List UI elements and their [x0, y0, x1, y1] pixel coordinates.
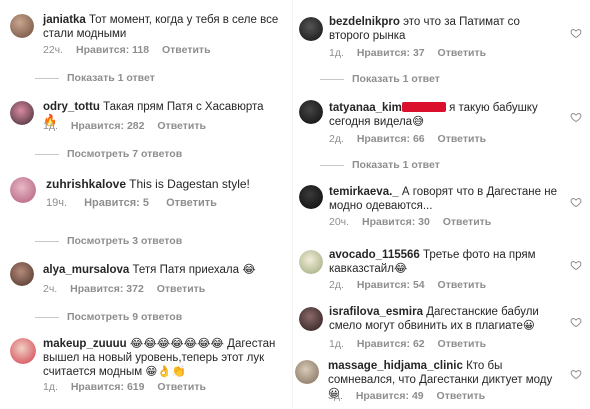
heart-outline-icon[interactable] [570, 27, 582, 39]
avatar[interactable] [299, 185, 323, 209]
comment-time: 2д. [329, 279, 344, 291]
comment-meta: 1д. Нравится: 37 Ответить [329, 47, 496, 59]
username[interactable]: israfilova_esmira [329, 306, 423, 318]
reply-button[interactable]: Ответить [438, 133, 487, 145]
likes-count[interactable]: Нравится: 54 [357, 279, 425, 291]
username[interactable]: massage_hidjama_clinic [328, 360, 463, 372]
reply-button[interactable]: Ответить [157, 283, 206, 295]
likes-count[interactable]: Нравится: 619 [71, 381, 145, 393]
right-comment-column: bezdelnikpro это что за Патимат со второ… [293, 0, 590, 409]
left-comment-column: janiatka Тот момент, когда у тебя в селе… [0, 0, 292, 409]
likes-count[interactable]: Нравится: 66 [357, 133, 425, 145]
heart-outline-icon[interactable] [570, 111, 582, 123]
likes-count[interactable]: Нравится: 282 [71, 120, 145, 132]
comment-meta: 2д. Нравится: 66 Ответить [329, 133, 496, 145]
likes-count[interactable]: Нравится: 30 [362, 216, 430, 228]
replies-label: Посмотреть 3 ответов [67, 235, 183, 247]
comment-meta: 22ч. Нравится: 118 Ответить [43, 44, 221, 56]
reply-button[interactable]: Ответить [162, 44, 211, 56]
username[interactable]: tatyanaa_kim [329, 102, 402, 114]
replies-line [320, 78, 344, 80]
avatar[interactable] [10, 101, 34, 125]
comment-meta: 1д. Нравится: 619 Ответить [43, 381, 216, 393]
avatar[interactable] [10, 338, 36, 364]
comment-text: This is Dagestan style! [129, 177, 250, 191]
avatar[interactable] [299, 100, 323, 124]
avatar[interactable] [10, 177, 36, 203]
comment-meta: 1д. Нравится: 62 Ответить [329, 338, 496, 350]
reply-button[interactable]: Ответить [437, 390, 486, 402]
reply-button[interactable]: Ответить [443, 216, 492, 228]
likes-count[interactable]: Нравится: 62 [357, 338, 425, 350]
username[interactable]: odry_tottu [43, 101, 100, 113]
replies-label: Посмотреть 7 ответов [67, 148, 183, 160]
likes-count[interactable]: Нравится: 5 [84, 197, 149, 209]
reply-button[interactable]: Ответить [438, 338, 487, 350]
replies-label: Показать 1 ответ [352, 159, 440, 171]
view-replies-button[interactable]: Посмотреть 7 ответов [35, 148, 182, 160]
comment-meta: 2ч. Нравится: 372 Ответить [43, 283, 215, 295]
comment-time: 1д. [329, 47, 344, 59]
reply-button[interactable]: Ответить [166, 197, 217, 209]
username[interactable]: zuhrishkalove [46, 177, 126, 191]
avatar[interactable] [299, 250, 323, 274]
redaction-mark [401, 102, 446, 112]
replies-line [35, 153, 59, 155]
comment-meta: 20ч. Нравится: 30 Ответить [329, 216, 501, 228]
comment-time: 1д. [43, 120, 58, 132]
username[interactable]: bezdelnikpro [329, 16, 400, 28]
username[interactable]: temirkaeva._ [329, 186, 399, 198]
comment-time: 1д. [329, 338, 344, 350]
view-replies-button[interactable]: Показать 1 ответ [320, 159, 440, 171]
avatar[interactable] [299, 307, 323, 331]
replies-line [35, 240, 59, 242]
comments-screenshot: janiatka Тот момент, когда у тебя в селе… [0, 0, 590, 409]
avatar[interactable] [295, 360, 319, 384]
username[interactable]: alya_mursalova [43, 264, 129, 276]
likes-count[interactable]: Нравится: 372 [70, 283, 144, 295]
comment-time: 2ч. [43, 283, 58, 295]
likes-count[interactable]: Нравится: 37 [357, 47, 425, 59]
comment-time: 19ч. [46, 197, 68, 209]
replies-line [35, 77, 59, 79]
comment-time: 2д. [329, 133, 344, 145]
comment-time: 20ч. [329, 216, 350, 228]
heart-outline-icon[interactable] [570, 259, 582, 271]
heart-outline-icon[interactable] [570, 368, 582, 380]
view-replies-button[interactable]: Посмотреть 9 ответов [35, 311, 182, 323]
replies-line [35, 316, 59, 318]
view-replies-button[interactable]: Показать 1 ответ [35, 72, 155, 84]
comment-time: 1д. [43, 381, 58, 393]
reply-button[interactable]: Ответить [157, 120, 206, 132]
heart-outline-icon[interactable] [570, 196, 582, 208]
avatar[interactable] [10, 14, 34, 38]
reply-button[interactable]: Ответить [438, 47, 487, 59]
comment-time: 3д. [328, 390, 343, 402]
replies-label: Показать 1 ответ [67, 72, 155, 84]
comment-time: 22ч. [43, 44, 64, 56]
likes-count[interactable]: Нравится: 118 [76, 44, 149, 56]
comment-meta: 19ч. Нравится: 5 Ответить [46, 197, 227, 209]
username[interactable]: makeup_zuuuu [43, 338, 127, 350]
reply-button[interactable]: Ответить [157, 381, 206, 393]
view-replies-button[interactable]: Посмотреть 3 ответов [35, 235, 182, 247]
avatar[interactable] [299, 17, 323, 41]
view-replies-button[interactable]: Показать 1 ответ [320, 73, 440, 85]
username[interactable]: avocado_115566 [329, 249, 420, 261]
reply-button[interactable]: Ответить [438, 279, 487, 291]
comment-meta: 1д. Нравится: 282 Ответить [43, 120, 216, 132]
username[interactable]: janiatka [43, 14, 86, 26]
heart-outline-icon[interactable] [570, 316, 582, 328]
replies-label: Посмотреть 9 ответов [67, 311, 183, 323]
comment-text: Тетя Патя приехала 😂 [132, 264, 256, 276]
comment-meta: 2д. Нравится: 54 Ответить [329, 279, 496, 291]
comment-meta: 3д. Нравится: 49 Ответить [328, 390, 495, 402]
avatar[interactable] [10, 262, 34, 286]
replies-label: Показать 1 ответ [352, 73, 440, 85]
replies-line [320, 164, 344, 166]
likes-count[interactable]: Нравится: 49 [356, 390, 424, 402]
